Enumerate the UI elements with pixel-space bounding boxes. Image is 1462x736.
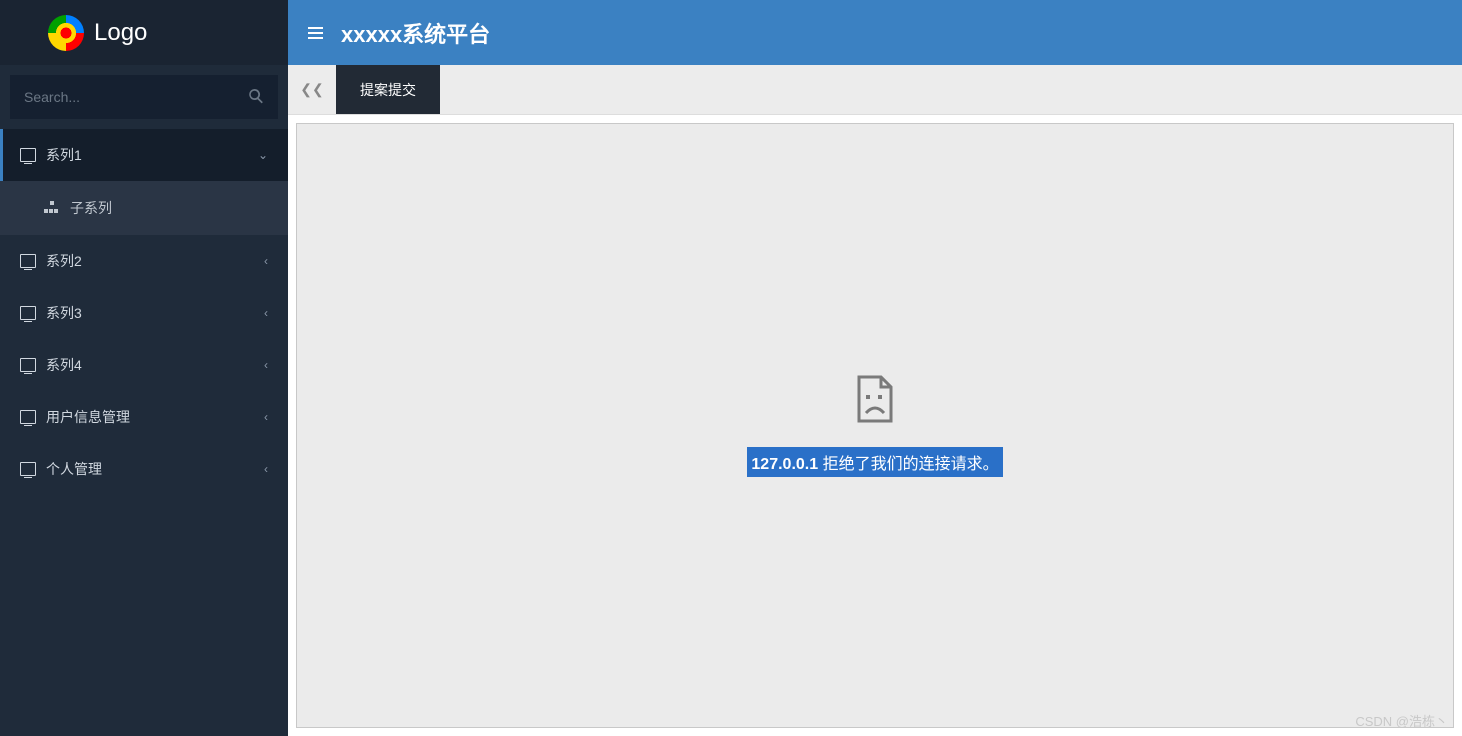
monitor-icon [20,410,36,424]
monitor-icon [20,358,36,372]
chevron-left-icon: ‹ [264,254,268,268]
sidebar-item-series4[interactable]: 系列4 ‹ [0,339,288,391]
content-area: 127.0.0.1 拒绝了我们的连接请求。 CSDN @浩栋丶 [288,115,1462,736]
sidebar-item-label: 系列4 [46,355,264,375]
logo-icon [48,15,84,51]
logo-area: Logo [0,0,288,65]
monitor-icon [20,254,36,268]
watermark: CSDN @浩栋丶 [1355,711,1448,730]
search-input[interactable] [24,89,248,105]
sidebar-item-series3[interactable]: 系列3 ‹ [0,287,288,339]
sidebar-item-label: 系列1 [46,145,258,165]
nav-menu: 系列1 ⌄ 子系列 系列2 ‹ 系列3 ‹ 系列4 [0,129,288,736]
sidebar-item-label: 用户信息管理 [46,407,264,427]
sidebar-subitem[interactable]: 子系列 [0,181,288,235]
hamburger-icon[interactable] [308,24,323,42]
logo-text: Logo [94,19,147,47]
chevron-left-icon: ‹ [264,462,268,476]
tab-collapse-icon[interactable]: ❮❮ [288,65,336,114]
error-message: 127.0.0.1 拒绝了我们的连接请求。 [747,447,1002,477]
tab-bar: ❮❮ 提案提交 [288,65,1462,115]
sidebar-item-label: 系列2 [46,251,264,271]
sidebar-item-user-info[interactable]: 用户信息管理 ‹ [0,391,288,443]
sidebar-item-label: 子系列 [70,198,268,218]
chevron-left-icon: ‹ [264,306,268,320]
tab-active[interactable]: 提案提交 [336,65,440,114]
app-title: xxxxx系统平台 [341,17,490,49]
chevron-left-icon: ‹ [264,358,268,372]
header: xxxxx系统平台 [288,0,1462,65]
chevron-left-icon: ‹ [264,410,268,424]
sidebar-submenu: 子系列 [0,181,288,235]
sidebar-item-personal[interactable]: 个人管理 ‹ [0,443,288,495]
sidebar-item-label: 个人管理 [46,459,264,479]
tab-label: 提案提交 [360,80,416,100]
sitemap-icon [44,201,60,215]
error-text: 拒绝了我们的连接请求。 [818,456,998,473]
sidebar: Logo 系列1 ⌄ 子系列 [0,0,288,736]
sidebar-item-series2[interactable]: 系列2 ‹ [0,235,288,287]
iframe-error-view: 127.0.0.1 拒绝了我们的连接请求。 [296,123,1454,728]
sidebar-item-label: 系列3 [46,303,264,323]
broken-page-icon [855,375,895,423]
monitor-icon [20,462,36,476]
monitor-icon [20,148,36,162]
monitor-icon [20,306,36,320]
error-ip: 127.0.0.1 [751,456,818,473]
chevron-down-icon: ⌄ [258,148,268,162]
main: xxxxx系统平台 ❮❮ 提案提交 127.0.0.1 拒绝了我们的连接请求。 [288,0,1462,736]
search-box [10,75,278,119]
sidebar-item-series1[interactable]: 系列1 ⌄ [0,129,288,181]
search-icon[interactable] [248,88,264,107]
